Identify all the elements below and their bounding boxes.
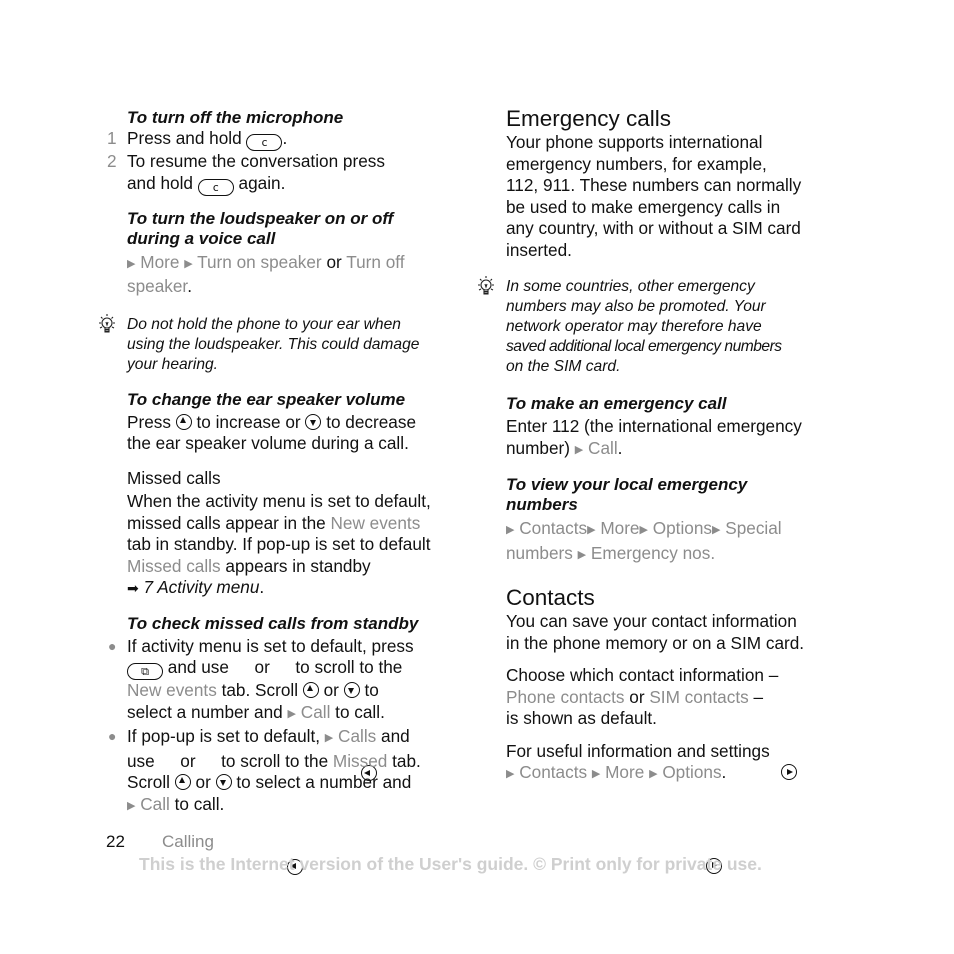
menu-more: More [140, 251, 180, 272]
tip-note-emergency: In some countries, other emergency numbe… [478, 276, 841, 377]
menu-turn-off-speaker: Turn off [346, 251, 405, 272]
arrow-right-icon: ▶ [577, 548, 587, 561]
lightbulb-icon [99, 313, 115, 333]
lightbulb-icon [478, 276, 494, 295]
c-key-icon: c [246, 134, 283, 151]
make-emergency-text: Enter 112 (the international emergency n… [506, 416, 802, 458]
bullet-icon: ● [108, 728, 117, 744]
copyright-notice: This is the Internet version of the User… [139, 854, 762, 874]
contacts-text-3: For useful information and settings ▶ Co… [506, 740, 770, 783]
arrow-right-icon: ▶ [127, 257, 136, 270]
emergency-text: Your phone supports international emerge… [506, 132, 802, 260]
contacts-text-1: You can save your contact information in… [506, 611, 805, 653]
menu-path-speaker: ▶ More ▶ Turn on speaker or Turn off spe… [127, 251, 405, 297]
arrow-right-icon: ▶ [184, 257, 193, 270]
step-2: 2 To resume the conversation press and h… [107, 151, 385, 196]
step-1: 1 Press and hold c. [107, 128, 288, 151]
right-column: Emergency calls Your phone supports inte… [478, 105, 841, 787]
heading-emergency-calls: Emergency calls [506, 106, 672, 131]
reference-link[interactable]: 7 Activity menu [144, 577, 260, 597]
missed-calls-text: When the activity menu is set to default… [127, 491, 462, 600]
reference-arrow-icon: ➡ [127, 580, 139, 596]
activity-key-icon: ⧉ [127, 663, 163, 680]
subheading-microphone: To turn off the microphone [127, 108, 344, 127]
subheading-volume: To change the ear speaker volume [127, 389, 406, 409]
step-number: 1 [107, 128, 117, 148]
subheading-loudspeaker: To turn the loudspeaker on or off during… [127, 208, 394, 248]
step-number: 2 [107, 151, 117, 171]
bullet-item-popup: ● If pop-up is set to default, ▶ Calls a… [108, 726, 723, 875]
nav-up-icon [175, 413, 192, 430]
bullet-icon: ● [108, 637, 117, 654]
subheading-view-local: To view your local emergency numbers [506, 475, 748, 514]
heading-contacts: Contacts [506, 585, 595, 610]
page-number: 22 [106, 832, 125, 851]
nav-up-icon [302, 682, 319, 698]
arrow-right-icon: ▶ [506, 524, 515, 536]
arrow-right-icon: ▶ [591, 768, 601, 780]
arrow-right-icon: ▶ [649, 768, 658, 780]
section-name: Calling [162, 832, 214, 851]
left-column: To turn off the microphone 1 Press and h… [99, 106, 797, 875]
arrow-right-icon: ▶ [711, 524, 721, 536]
menu-path-emergency-nos: ▶ Contacts▶ More▶ Options▶ Special numbe… [506, 518, 782, 563]
arrow-right-icon: ▶ [324, 732, 334, 744]
arrow-right-icon: ▶ [127, 799, 136, 812]
nav-up-icon [174, 774, 191, 790]
arrow-right-icon: ▶ [639, 524, 648, 536]
c-key-icon: c [197, 178, 234, 196]
bullet-item-activity: ● If activity menu is set to default, pr… [108, 636, 797, 781]
arrow-right-icon: ▶ [506, 768, 515, 780]
nav-down-icon [305, 413, 322, 430]
arrow-right-icon: ▶ [574, 443, 584, 456]
subheading-make-emergency: To make an emergency call [506, 394, 727, 413]
menu-turn-on-speaker: Turn on speaker [197, 251, 322, 272]
arrow-right-icon: ▶ [587, 524, 596, 536]
subheading-check-missed: To check missed calls from standby [127, 613, 419, 633]
tip-note-hearing: Do not hold the phone to your ear when u… [99, 313, 462, 375]
heading-missed-calls: Missed calls [127, 467, 221, 488]
volume-text: Press to increase or to decrease the ear… [127, 411, 417, 454]
nav-down-icon [215, 774, 232, 790]
contacts-text-2: Choose which contact information – Phone… [506, 665, 779, 728]
arrow-right-icon: ▶ [287, 707, 296, 720]
nav-down-icon [343, 682, 360, 698]
